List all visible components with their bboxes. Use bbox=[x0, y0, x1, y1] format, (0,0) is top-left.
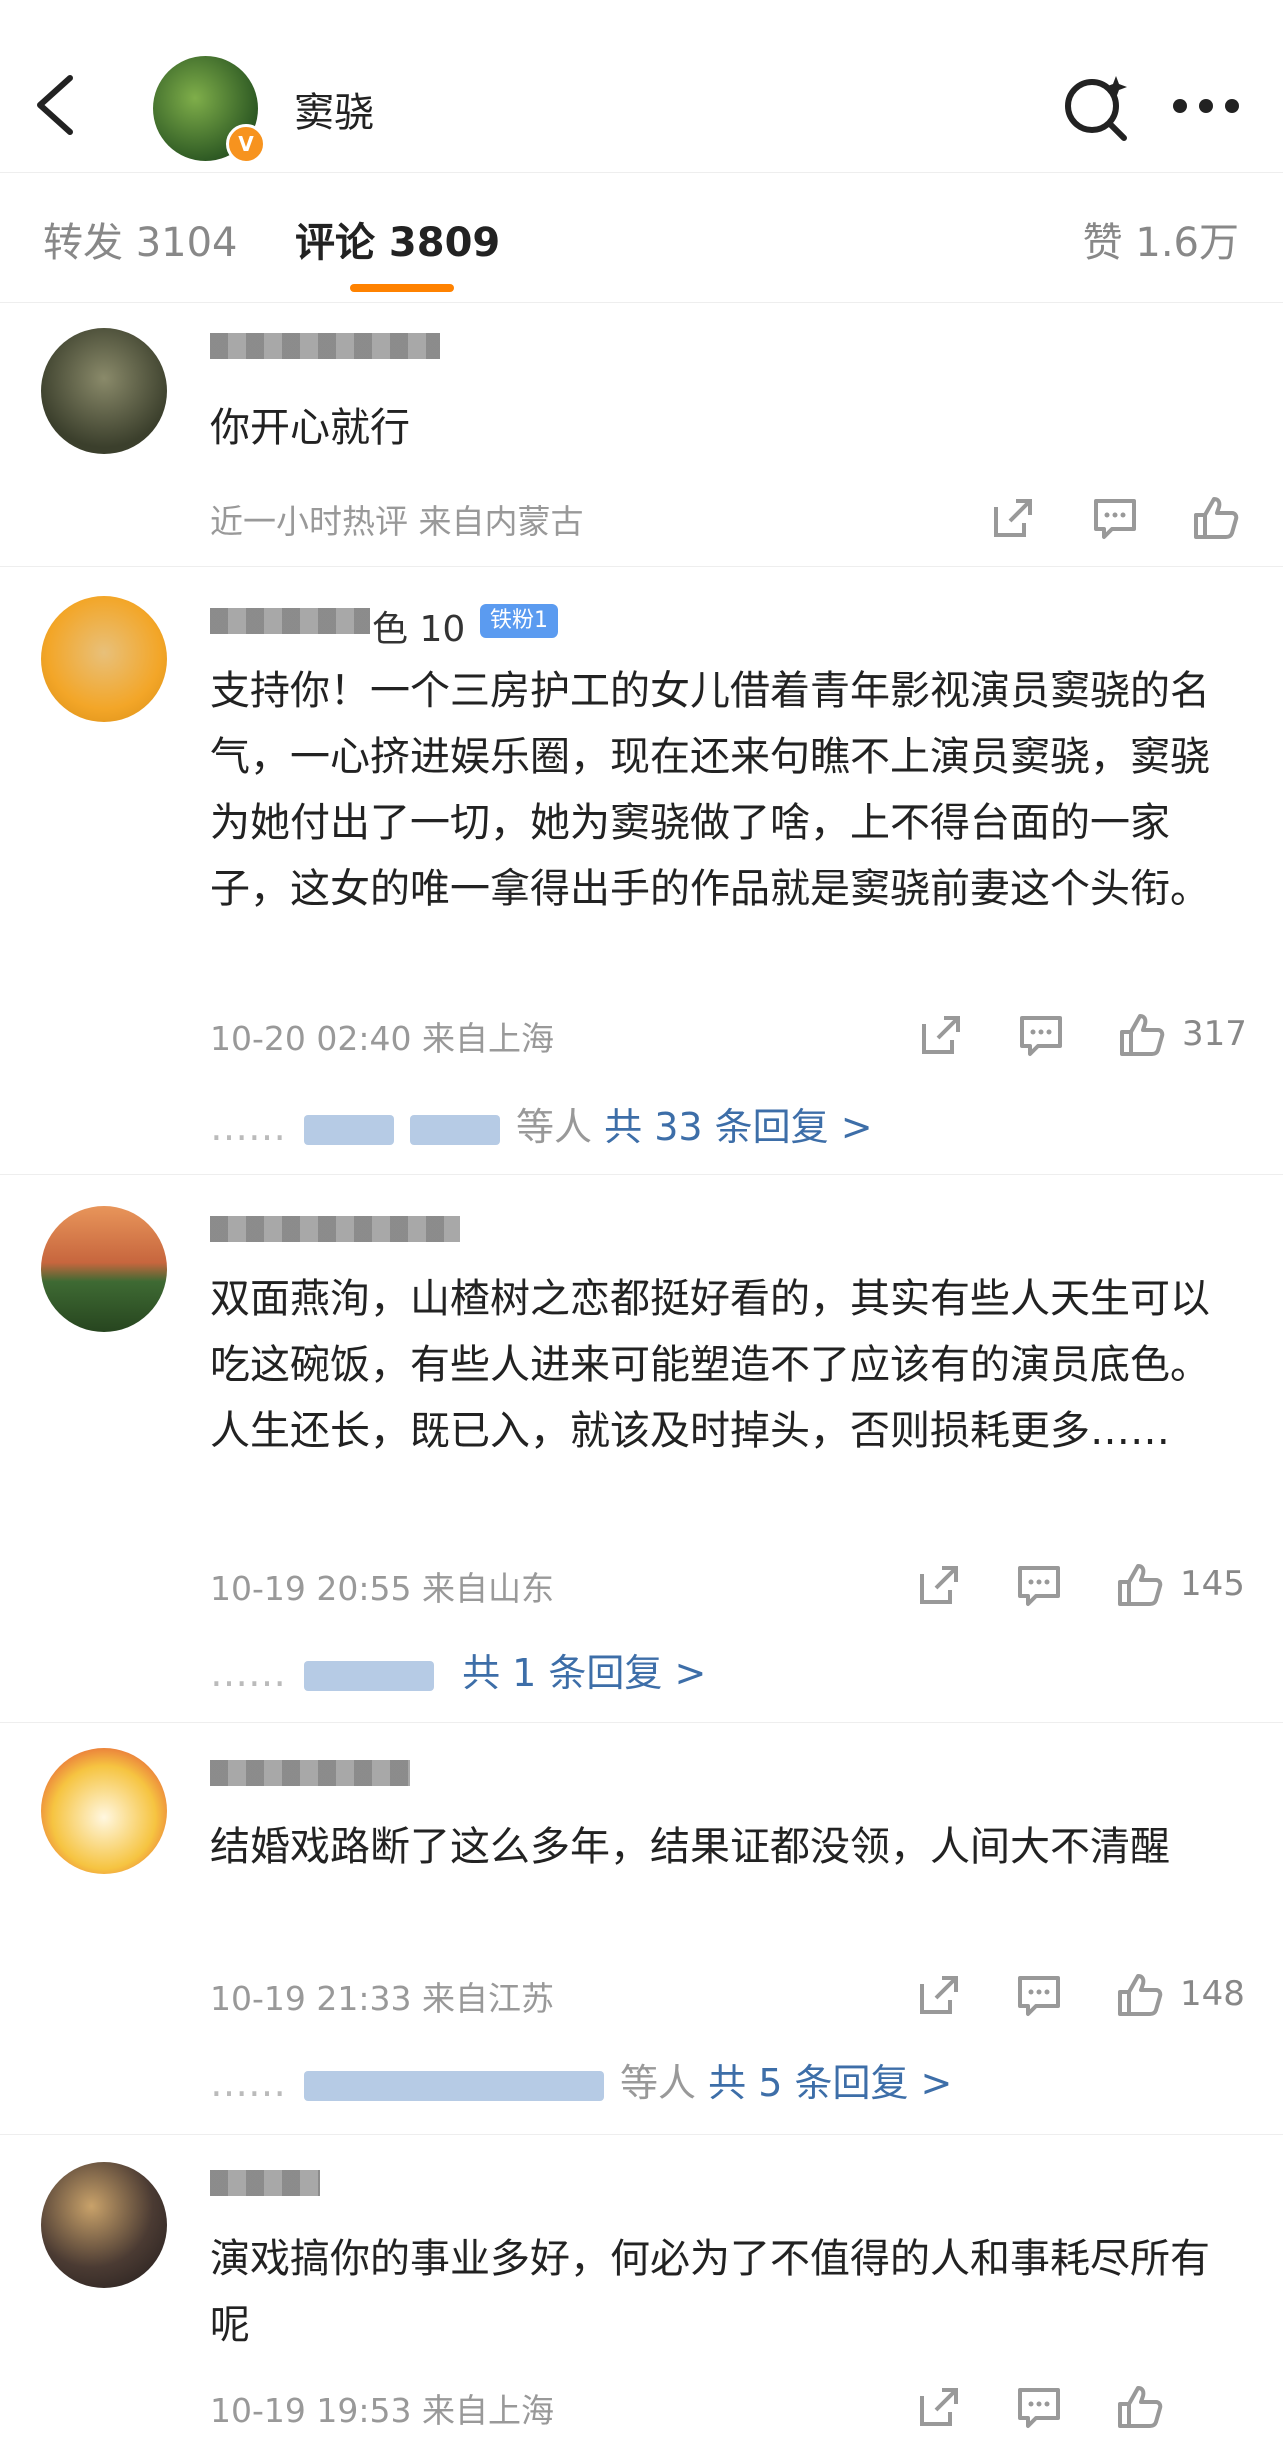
share-icon[interactable] bbox=[914, 1970, 964, 2020]
comment-meta: 近一小时热评 来自内蒙古 bbox=[210, 502, 584, 541]
comment-icon[interactable] bbox=[1014, 1560, 1064, 1610]
reply-prefix: 等人 bbox=[620, 2061, 697, 2105]
share-icon[interactable] bbox=[914, 2382, 964, 2432]
name-redaction bbox=[210, 333, 440, 359]
reply-prefix: 等人 bbox=[516, 1105, 593, 1149]
comment-text: 演戏搞你的事业多好，何必为了不值得的人和事耗尽所有呢 bbox=[210, 2236, 1210, 2348]
comment-icon[interactable] bbox=[1014, 2382, 1064, 2432]
reply-summary[interactable]: …… 等人 共 33 条回复 > bbox=[210, 1096, 873, 1151]
comment-meta: 10-19 21:33 来自江苏 bbox=[210, 1979, 554, 2018]
comment-item: 色 10 铁粉1 支持你！一个三房护工的女儿借着青年影视演员窦骁的名气，一心挤进… bbox=[0, 566, 1283, 1175]
replier-redaction bbox=[410, 1114, 500, 1145]
like-count: 145 bbox=[1180, 1564, 1245, 1604]
like-icon[interactable] bbox=[1114, 1560, 1164, 1610]
avatar[interactable] bbox=[41, 1206, 167, 1332]
comment-icon[interactable] bbox=[1014, 1970, 1064, 2020]
commenter-name[interactable]: 色 10 bbox=[372, 600, 465, 652]
tab-bar: 转发 3104 评论 3809 赞 1.6万 bbox=[0, 172, 1283, 303]
comment-text: 支持你！一个三房护工的女儿借着青年影视演员窦骁的名气，一心挤进娱乐圈，现在还来句… bbox=[210, 668, 1210, 912]
name-redaction bbox=[210, 1760, 410, 1786]
reply-link[interactable]: 共 1 条回复 > bbox=[462, 1651, 706, 1695]
comment-meta: 10-19 19:53 来自上海 bbox=[210, 2391, 554, 2430]
replier-redaction bbox=[304, 2070, 604, 2101]
avatar[interactable] bbox=[41, 328, 167, 454]
comment-item: 你开心就行 近一小时热评 来自内蒙古 bbox=[0, 303, 1283, 567]
verified-badge-icon: V bbox=[226, 124, 266, 164]
tab-comment[interactable]: 评论 3809 bbox=[295, 210, 500, 268]
share-icon[interactable] bbox=[988, 493, 1038, 543]
avatar[interactable] bbox=[41, 596, 167, 722]
share-icon[interactable] bbox=[916, 1010, 966, 1060]
comment-icon[interactable] bbox=[1090, 493, 1140, 543]
comment-item: 双面燕洵，山楂树之恋都挺好看的，其实有些人天生可以吃这碗饭，有些人进来可能塑造不… bbox=[0, 1174, 1283, 1723]
tab-like[interactable]: 赞 1.6万 bbox=[1083, 210, 1239, 268]
tab-active-indicator bbox=[350, 284, 454, 292]
search-icon[interactable] bbox=[1060, 72, 1130, 142]
more-icon[interactable] bbox=[1170, 96, 1242, 116]
comment-meta: 10-20 02:40 来自上海 bbox=[210, 1019, 554, 1058]
comment-meta: 10-19 20:55 来自山东 bbox=[210, 1569, 554, 1608]
avatar[interactable] bbox=[41, 1748, 167, 1874]
share-icon[interactable] bbox=[914, 1560, 964, 1610]
name-redaction bbox=[210, 1216, 460, 1242]
reply-summary[interactable]: …… 等人 共 5 条回复 > bbox=[210, 2052, 952, 2107]
comment-item: 结婚戏路断了这么多年，结果证都没领，人间大不清醒 10-19 21:33 来自江… bbox=[0, 1722, 1283, 2135]
back-arrow-icon[interactable] bbox=[22, 60, 82, 150]
like-icon[interactable] bbox=[1116, 1010, 1166, 1060]
reply-summary[interactable]: …… 共 1 条回复 > bbox=[210, 1642, 706, 1697]
avatar[interactable] bbox=[41, 2162, 167, 2288]
reply-link[interactable]: 共 5 条回复 > bbox=[708, 2061, 952, 2105]
like-icon[interactable] bbox=[1190, 493, 1240, 543]
comment-text: 结婚戏路断了这么多年，结果证都没领，人间大不清醒 bbox=[210, 1824, 1170, 1870]
comment-text: 双面燕洵，山楂树之恋都挺好看的，其实有些人天生可以吃这碗饭，有些人进来可能塑造不… bbox=[210, 1276, 1210, 1454]
replier-redaction bbox=[304, 1114, 394, 1145]
like-count: 317 bbox=[1182, 1014, 1247, 1054]
page-title: 窦骁 bbox=[294, 90, 374, 136]
like-icon[interactable] bbox=[1114, 1970, 1164, 2020]
comment-item: 演戏搞你的事业多好，何必为了不值得的人和事耗尽所有呢 10-19 19:53 来… bbox=[0, 2134, 1283, 2441]
tab-repost[interactable]: 转发 3104 bbox=[43, 210, 238, 268]
name-redaction bbox=[210, 608, 370, 634]
reply-link[interactable]: 共 33 条回复 > bbox=[604, 1105, 872, 1149]
fan-badge: 铁粉1 bbox=[480, 604, 558, 638]
comment-icon[interactable] bbox=[1016, 1010, 1066, 1060]
like-icon[interactable] bbox=[1114, 2382, 1164, 2432]
name-redaction bbox=[210, 2170, 320, 2196]
comment-text: 你开心就行 bbox=[210, 405, 410, 451]
like-count: 148 bbox=[1180, 1974, 1245, 2014]
top-bar: V 窦骁 bbox=[0, 0, 1283, 173]
replier-redaction bbox=[304, 1660, 434, 1691]
